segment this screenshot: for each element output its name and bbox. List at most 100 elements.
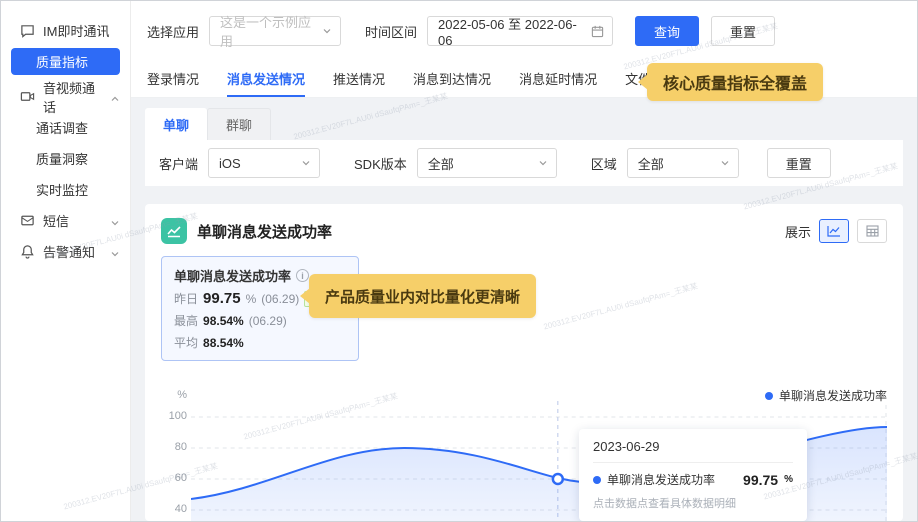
annotation-quality-compare: 产品质量业内对比量化更清晰	[300, 274, 537, 318]
secondary-filter-bar: 客户端 iOS SDK版本 全部 区域 全部 重置	[145, 140, 903, 186]
display-label: 展示	[784, 224, 811, 240]
tooltip-series-label: 单聊消息发送成功率	[607, 473, 716, 487]
annotation-text: 核心质量指标全覆盖	[663, 76, 808, 93]
stats-title: 单聊消息发送成功率	[174, 269, 292, 284]
stat-value: 88.54%	[203, 336, 244, 350]
chart-card-header: 单聊消息发送成功率 展示	[161, 218, 887, 244]
stat-unit: %	[245, 292, 257, 306]
chat-icon	[19, 23, 35, 39]
chevron-down-icon	[323, 29, 331, 34]
main-area: 选择应用 这是一个示例应用 时间区间 2022-05-06 至 2022-06-…	[131, 1, 917, 521]
app-select-label: 选择应用	[147, 24, 200, 40]
data-point-marker[interactable]	[551, 472, 565, 486]
sidebar: IM即时通讯 质量指标 音视频通话 通话调查 质量洞察 实时监控 短信 告警通知	[1, 1, 131, 521]
sidebar-item-label: 实时监控	[36, 183, 89, 198]
sidebar-item-label: 通话调查	[36, 121, 89, 136]
callout-arrow	[638, 74, 648, 90]
chart-tooltip: 2023-06-29 单聊消息发送成功率 99.75 % 点击数据点查看具体数据…	[579, 429, 807, 521]
y-tick-80: 80	[174, 441, 187, 453]
query-button[interactable]: 查询	[635, 16, 700, 46]
tab-message-delay[interactable]: 消息延时情况	[519, 61, 597, 97]
chat-type-tabs: 单聊 群聊	[145, 108, 903, 140]
content: 单聊 群聊 客户端 iOS SDK版本 全部 区域 全部 重置 单聊消息发送成功…	[131, 98, 917, 521]
sidebar-item-rtc[interactable]: 音视频通话	[1, 81, 130, 115]
filter-reset-button[interactable]: 重置	[766, 148, 831, 178]
tab-login[interactable]: 登录情况	[147, 61, 199, 97]
tooltip-note: 点击数据点查看具体数据明细	[593, 498, 736, 510]
stat-label: 平均	[174, 336, 199, 350]
tooltip-value: 99.75	[743, 471, 779, 488]
sidebar-item-call-survey[interactable]: 通话调查	[1, 112, 130, 143]
sdk-filter-label: SDK版本	[354, 156, 407, 172]
annotation-core-metrics: 核心质量指标全覆盖	[638, 63, 824, 101]
tooltip-unit: %	[784, 474, 793, 485]
client-select[interactable]: iOS	[208, 148, 321, 178]
sms-icon	[19, 213, 35, 229]
y-axis-unit: %	[177, 389, 187, 401]
top-filter-bar: 选择应用 这是一个示例应用 时间区间 2022-05-06 至 2022-06-…	[131, 1, 917, 61]
client-select-value: iOS	[219, 155, 241, 171]
tab-push[interactable]: 推送情况	[333, 61, 385, 97]
line-chart-icon	[827, 226, 840, 237]
stat-avg: 平均 88.54%	[174, 334, 346, 351]
callout-arrow	[300, 288, 310, 304]
chevron-down-icon	[539, 161, 547, 166]
app-select-value: 这是一个示例应用	[220, 15, 312, 49]
region-select-value: 全部	[637, 156, 664, 172]
chevron-down-icon	[302, 161, 310, 166]
reset-button[interactable]: 重置	[711, 16, 776, 46]
sidebar-item-realtime-monitor[interactable]: 实时监控	[1, 174, 130, 205]
app-select[interactable]: 这是一个示例应用	[209, 15, 342, 49]
metric-chart-icon	[161, 218, 187, 244]
tooltip-date: 2023-06-29	[593, 439, 660, 454]
stat-date: (06.29)	[261, 292, 300, 306]
y-tick-100: 100	[168, 410, 187, 422]
sidebar-item-label: 告警通知	[43, 245, 96, 260]
sdk-select[interactable]: 全部	[416, 148, 557, 178]
subtab-group-chat[interactable]: 群聊	[207, 108, 272, 140]
time-range-value: 2022-05-06 至 2022-06-06	[438, 17, 577, 48]
time-range-label: 时间区间	[365, 24, 418, 40]
tab-message-send[interactable]: 消息发送情况	[227, 61, 306, 97]
table-view-toggle[interactable]	[857, 219, 887, 243]
table-icon	[865, 225, 879, 237]
sidebar-item-label: 短信	[43, 214, 70, 229]
client-filter-label: 客户端	[159, 156, 199, 172]
subtab-single-chat[interactable]: 单聊	[145, 108, 208, 140]
app-window: IM即时通讯 质量指标 音视频通话 通话调查 质量洞察 实时监控 短信 告警通知…	[1, 1, 917, 521]
chevron-down-icon	[110, 247, 120, 257]
line-chart[interactable]: % 100 80 60 40 20 单聊消息发送成功率	[169, 385, 887, 521]
chevron-up-icon	[110, 92, 120, 102]
video-icon	[19, 89, 35, 105]
display-toggle-group: 展示	[785, 219, 887, 243]
stat-label: 昨日	[174, 292, 199, 306]
chart-card: 单聊消息发送成功率 展示 单聊消息发送成功率 i 昨日 99.75 % (06.…	[145, 204, 903, 521]
legend-dot-icon	[764, 391, 773, 400]
sidebar-item-label: 音视频通话	[43, 80, 96, 115]
line-view-toggle[interactable]	[819, 219, 849, 243]
chevron-down-icon	[721, 161, 729, 166]
time-range-input[interactable]: 2022-05-06 至 2022-06-06	[427, 16, 614, 48]
region-select[interactable]: 全部	[626, 148, 739, 178]
chevron-down-icon	[110, 216, 120, 226]
annotation-text: 产品质量业内对比量化更清晰	[325, 288, 521, 306]
sidebar-item-sms[interactable]: 短信	[1, 205, 130, 236]
stat-label: 最高	[174, 314, 199, 328]
calendar-icon	[591, 25, 604, 37]
legend-item[interactable]: 单聊消息发送成功率	[764, 387, 887, 404]
sidebar-item-quality-metrics[interactable]: 质量指标	[11, 48, 120, 75]
sidebar-item-im[interactable]: IM即时通讯	[1, 15, 130, 46]
y-tick-60: 60	[174, 472, 187, 484]
tab-message-arrival[interactable]: 消息到达情况	[413, 61, 491, 97]
sidebar-item-label: 质量洞察	[36, 152, 89, 167]
y-tick-40: 40	[174, 503, 187, 515]
sidebar-item-quality-insight[interactable]: 质量洞察	[1, 143, 130, 174]
sidebar-item-label: 质量指标	[36, 55, 89, 70]
sidebar-item-alerts[interactable]: 告警通知	[1, 236, 130, 267]
tooltip-series-row: 单聊消息发送成功率 99.75 %	[593, 471, 793, 488]
series-dot-icon	[593, 475, 601, 484]
region-filter-label: 区域	[590, 156, 617, 172]
stat-value: 99.75	[203, 290, 241, 307]
info-icon[interactable]: i	[296, 269, 310, 282]
legend-label: 单聊消息发送成功率	[778, 389, 887, 403]
